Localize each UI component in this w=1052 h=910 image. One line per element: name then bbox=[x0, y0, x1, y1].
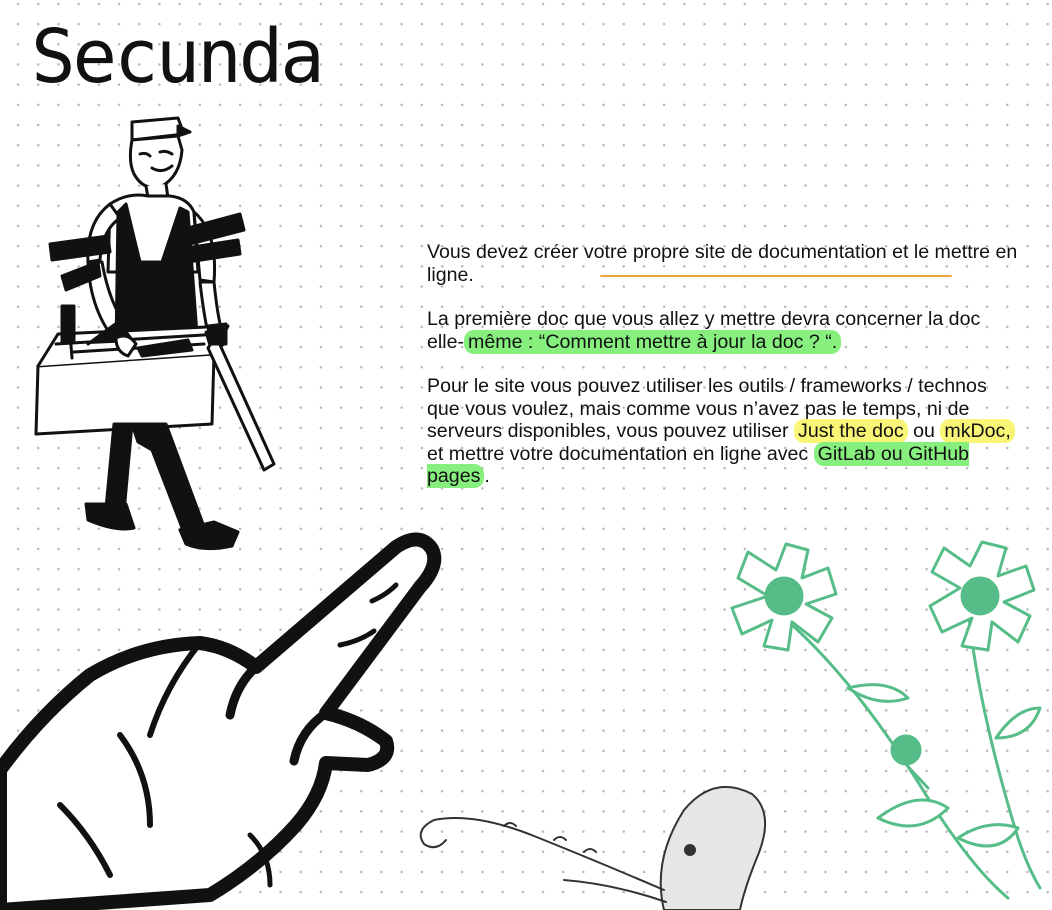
instructions-text: Vous devez créer votre propre site de do… bbox=[427, 241, 1019, 510]
paragraph-3-text-d: . bbox=[484, 465, 490, 487]
pointing-hand-illustration bbox=[0, 532, 442, 910]
highlight-doc-title: même : “Comment mettre à jour la doc ? “… bbox=[464, 329, 842, 354]
paragraph-2: La première doc que vous allez y mettre … bbox=[427, 308, 1019, 354]
paragraph-1: Vous devez créer votre propre site de do… bbox=[427, 241, 1019, 286]
paragraph-3-text-b: ou bbox=[907, 420, 941, 442]
orange-underline-stroke bbox=[600, 275, 952, 277]
paragraph-1-text: Vous devez créer votre propre site de do… bbox=[427, 241, 1018, 286]
paragraph-3-text-c: et mettre votre documentation en ligne a… bbox=[427, 442, 814, 465]
worker-with-toolbox-illustration bbox=[34, 116, 276, 551]
page-title: Secunda bbox=[31, 14, 325, 100]
highlight-mkdoc: mkDoc, bbox=[940, 419, 1015, 443]
octopus-illustration bbox=[419, 785, 767, 910]
highlight-just-the-doc: Just the doc bbox=[794, 419, 908, 443]
paragraph-3: Pour le site vous pouvez utiliser les ou… bbox=[427, 375, 1019, 488]
